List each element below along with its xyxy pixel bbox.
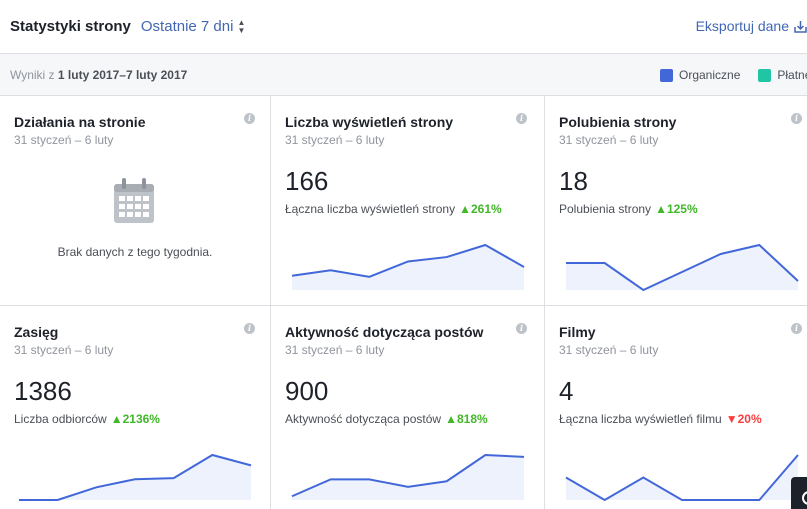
organic-swatch	[660, 68, 673, 82]
results-bar: Wyniki z 1 luty 2017–7 luty 2017 Organic…	[0, 54, 807, 96]
insights-grid: Działania na stronie 31 styczeń – 6 luty…	[0, 96, 807, 509]
legend-organic-label: Organiczne	[679, 68, 741, 82]
sparkline-area	[292, 455, 524, 500]
card-date: 31 styczeń – 6 luty	[559, 133, 659, 147]
info-icon[interactable]: i	[516, 113, 527, 124]
calendar-icon	[114, 178, 154, 223]
metric-label: Polubienia strony	[559, 202, 652, 216]
card-title: Aktywność dotycząca postów	[285, 324, 484, 340]
legend-paid-label: Płatne	[777, 68, 807, 82]
change-up: ▲125%	[655, 202, 698, 216]
card-date: 31 styczeń – 6 luty	[14, 133, 114, 147]
card-title: Polubienia strony	[559, 114, 677, 130]
info-icon[interactable]: i	[244, 113, 255, 124]
card-date: 31 styczeń – 6 luty	[285, 343, 385, 357]
sparkline-chart	[565, 243, 799, 291]
results-range: 1 luty 2017–7 luty 2017	[57, 67, 188, 82]
change-value: 20%	[737, 412, 762, 426]
card-page-likes[interactable]: Polubienia strony 31 styczeń – 6 luty i …	[545, 96, 807, 306]
metric-row: Łączna liczba wyświetleń strony ▲261%	[285, 202, 502, 216]
change-value: 2136%	[122, 412, 160, 426]
metric-row: Aktywność dotycząca postów ▲818%	[285, 412, 488, 426]
metric-row: Łączna liczba wyświetleń filmu ▼20%	[559, 412, 762, 426]
page-header: Statystyki strony Ostatnie 7 dni ▲ ▼ Eksp…	[0, 0, 807, 54]
legend: Organiczne Płatne	[660, 68, 807, 82]
sparkline-area	[292, 245, 524, 290]
metric-value: 18	[559, 166, 588, 196]
metric-value: 900	[285, 376, 329, 406]
change-value: 818%	[456, 412, 488, 426]
card-date: 31 styczeń – 6 luty	[14, 343, 114, 357]
card-date: 31 styczeń – 6 luty	[285, 133, 385, 147]
card-page-views[interactable]: Liczba wyświetleń strony 31 styczeń – 6 …	[271, 96, 545, 306]
legend-organic: Organiczne	[660, 68, 740, 82]
export-data-button[interactable]: Eksportuj dane	[696, 18, 807, 34]
metric-label: Aktywność dotycząca postów	[285, 412, 442, 426]
metric-row: Liczba odbiorców ▲2136%	[14, 412, 160, 426]
sparkline-area	[566, 245, 798, 290]
metric-value: 166	[285, 166, 329, 196]
card-title: Liczba wyświetleń strony	[285, 114, 454, 130]
change-value: 261%	[470, 202, 502, 216]
change-up: ▲261%	[459, 202, 502, 216]
sparkline-series-organic	[565, 454, 799, 501]
card-date: 31 styczeń – 6 luty	[559, 343, 659, 357]
date-range-dropdown[interactable]: Ostatnie 7 dni ▲ ▼	[141, 18, 245, 35]
page-title: Statystyki strony	[10, 18, 131, 35]
card-reach[interactable]: Zasięg 31 styczeń – 6 luty i 1386 Liczba…	[0, 306, 271, 509]
card-post-engagement[interactable]: Aktywność dotycząca postów 31 styczeń – …	[271, 306, 545, 509]
download-icon	[794, 20, 807, 33]
legend-paid: Płatne	[758, 68, 807, 82]
sparkline-area	[19, 455, 251, 500]
sparkline-chart	[18, 453, 252, 501]
date-range-label: Ostatnie 7 dni	[140, 18, 234, 35]
change-up: ▲818%	[445, 412, 488, 426]
metric-label: Łączna liczba wyświetleń strony	[285, 202, 456, 216]
info-icon[interactable]: i	[791, 113, 802, 124]
paid-swatch	[758, 68, 772, 82]
metric-value: 4	[559, 376, 574, 406]
card-videos[interactable]: Filmy 31 styczeń – 6 luty i 4 Łączna lic…	[545, 306, 807, 509]
change-value: 125%	[666, 202, 698, 216]
card-title: Filmy	[559, 324, 596, 340]
sort-caret-icon: ▲ ▼	[237, 17, 246, 35]
sparkline-chart	[565, 454, 799, 501]
sparkline-area	[566, 455, 798, 500]
metric-row: Polubienia strony ▲125%	[559, 202, 698, 216]
empty-state-text: Brak danych z tego tygodnia.	[57, 245, 213, 259]
sparkline-chart	[291, 453, 525, 500]
metric-label: Liczba odbiorców	[14, 412, 107, 426]
chat-icon[interactable]	[791, 477, 807, 509]
sparkline-chart	[291, 243, 525, 290]
card-title: Działania na stronie	[14, 114, 146, 130]
info-icon[interactable]: i	[516, 323, 527, 334]
change-down: ▼20%	[725, 412, 762, 426]
info-icon[interactable]: i	[791, 323, 802, 334]
info-icon[interactable]: i	[244, 323, 255, 334]
export-data-label: Eksportuj dane	[695, 18, 789, 34]
change-up: ▲2136%	[110, 412, 160, 426]
results-prefix: Wyniki z	[10, 67, 55, 82]
card-title: Zasięg	[14, 324, 59, 340]
metric-value: 1386	[14, 376, 72, 406]
metric-label: Łączna liczba wyświetleń filmu	[559, 412, 722, 426]
card-page-actions[interactable]: Działania na stronie 31 styczeń – 6 luty…	[0, 96, 271, 306]
